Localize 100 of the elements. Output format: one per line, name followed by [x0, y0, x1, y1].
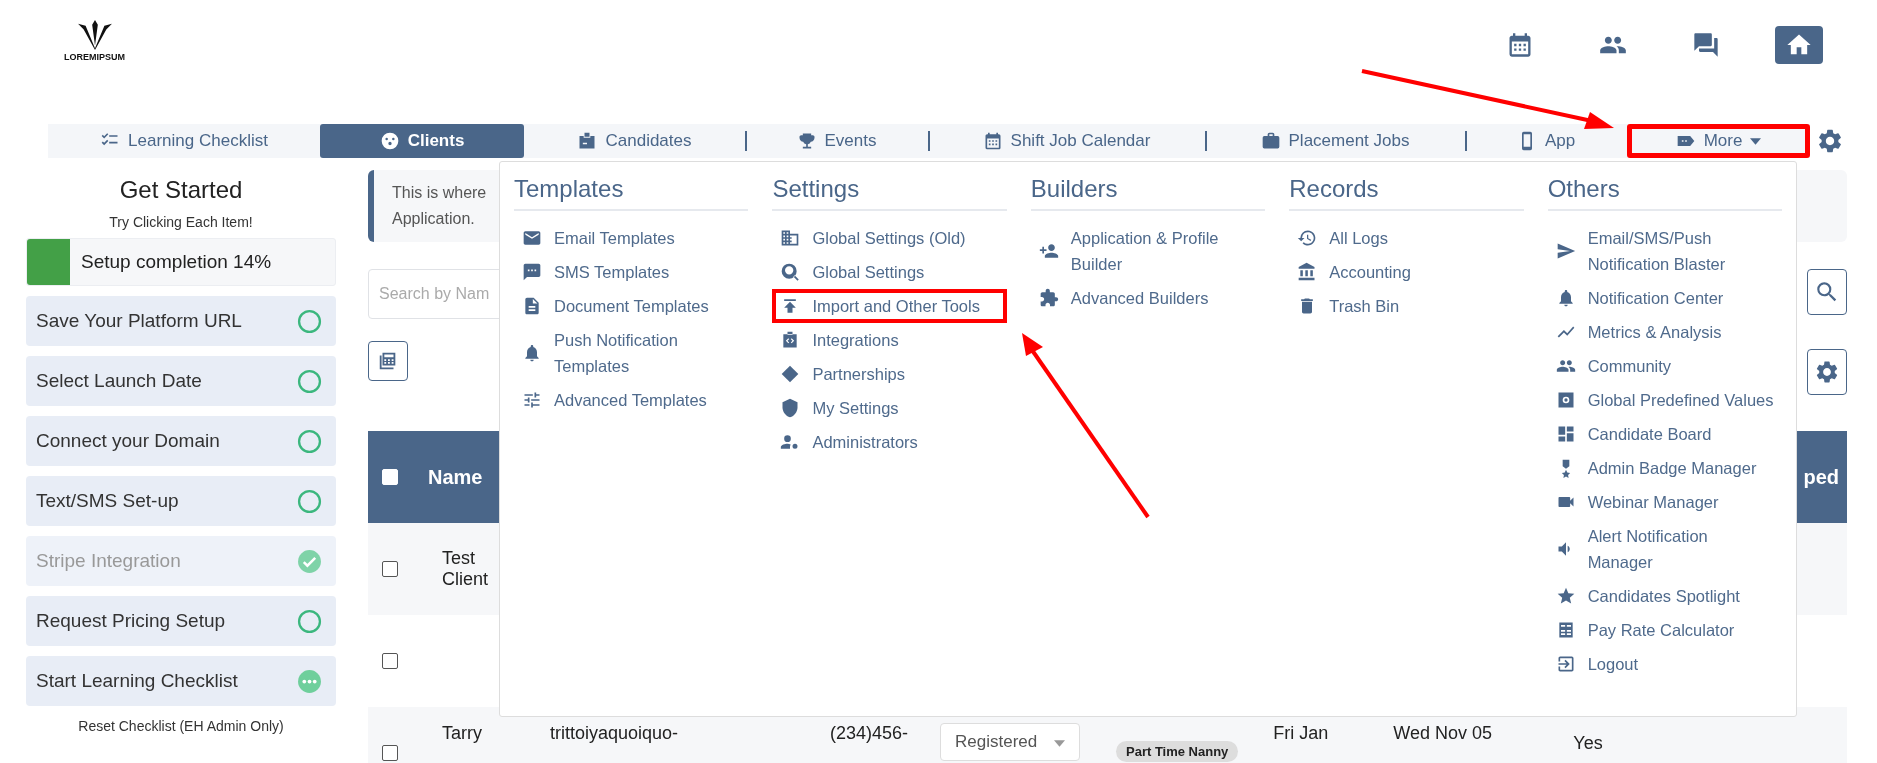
menu-item[interactable]: Integrations	[772, 323, 1007, 357]
menu-item[interactable]: Application & Profile Builder	[1030, 221, 1266, 281]
table-cell-text: Test Client	[442, 548, 490, 590]
puzzle-icon	[1038, 288, 1059, 308]
menu-item[interactable]: Global Settings (Old)	[772, 221, 1007, 255]
menu-item[interactable]: Import and Other Tools	[772, 289, 1007, 323]
check-icon	[297, 548, 322, 574]
more-icon	[297, 668, 322, 694]
circle-icon	[297, 608, 322, 634]
bank-icon	[1297, 262, 1318, 282]
nav-tab[interactable]: Shift Job Calendar	[928, 124, 1205, 158]
smiley-icon	[379, 131, 400, 151]
menu-item[interactable]: Webinar Manager	[1547, 485, 1783, 519]
nav-tab[interactable]: Placement Jobs	[1205, 124, 1465, 158]
calculator-button[interactable]	[368, 341, 408, 381]
progress-label: Setup completion 14%	[81, 251, 272, 273]
info-text: Application.	[392, 209, 475, 229]
menu-item[interactable]: Email/SMS/Push Notification Blaster	[1547, 221, 1783, 281]
chat-icon	[1692, 31, 1720, 59]
menu-item[interactable]: Candidates Spotlight	[1547, 579, 1783, 613]
checklist-item[interactable]: Connect your Domain	[26, 416, 336, 466]
menu-item[interactable]: Trash Bin	[1289, 289, 1524, 323]
menu-item[interactable]: Partnerships	[772, 357, 1007, 391]
menu-item[interactable]: Email Templates	[514, 221, 749, 255]
menu-heading: Records	[1289, 162, 1524, 211]
chat-bubble-icon	[522, 262, 542, 282]
document-icon	[522, 296, 542, 316]
menu-item[interactable]: Notification Center	[1547, 281, 1783, 315]
menu-item[interactable]: Pay Rate Calculator	[1547, 613, 1783, 647]
checklist-item[interactable]: Save Your Platform URL	[26, 296, 336, 346]
column-header[interactable]: Name	[428, 465, 483, 489]
menu-item[interactable]: Alert Notification Manager	[1547, 519, 1783, 579]
menu-heading: Settings	[772, 162, 1007, 211]
table-cell-text: Wed Nov 05	[1393, 723, 1494, 744]
table-cell-text: trittoiyaquoiquo-	[550, 723, 680, 744]
id-badge-icon	[577, 131, 598, 151]
menu-item[interactable]: Global Predefined Values	[1547, 383, 1783, 417]
caret-icon	[1750, 137, 1762, 145]
table-cell: Yes	[1573, 733, 1603, 754]
settings-button[interactable]	[1807, 349, 1847, 395]
menu-item[interactable]: Advanced Templates	[514, 383, 749, 417]
caret-icon	[1054, 740, 1065, 747]
bell-icon	[522, 343, 542, 363]
menu-item[interactable]: Metrics & Analysis	[1547, 315, 1783, 349]
menu-item[interactable]: Accounting	[1289, 255, 1524, 289]
home-button[interactable]	[1775, 26, 1823, 64]
circle-icon	[297, 428, 322, 454]
history-icon	[1297, 228, 1318, 248]
menu-heading: Templates	[514, 162, 749, 211]
checklist-item[interactable]: Select Launch Date	[26, 356, 336, 406]
checklist-item[interactable]: Text/SMS Set-up	[26, 476, 336, 526]
menu-item[interactable]: Admin Badge Manager	[1547, 451, 1783, 485]
nav-tab[interactable]: Candidates	[524, 124, 745, 158]
reset-link[interactable]: Reset Checklist (EH Admin Only)	[26, 718, 336, 734]
sidebar-subtitle: Try Clicking Each Item!	[108, 214, 254, 230]
sidebar-title: Get Started	[118, 176, 244, 204]
nav-tab[interactable]: Learning Checklist	[48, 124, 320, 158]
menu-item[interactable]: Advanced Builders	[1030, 281, 1266, 315]
table-cell-text: Fri Jan	[1273, 723, 1330, 744]
logo-text: LOREMIPSUM	[64, 52, 125, 62]
nav-tab[interactable]: More	[1627, 124, 1810, 158]
checkbox[interactable]	[382, 561, 398, 577]
job-type-tag: Part Time Nanny	[1116, 741, 1239, 762]
menu-item[interactable]: Global Settings	[772, 255, 1007, 289]
circle-icon	[297, 368, 322, 394]
briefcase-icon	[1260, 131, 1281, 151]
nav-tab[interactable]: Clients	[320, 124, 524, 158]
menu-heading: Others	[1547, 162, 1783, 211]
menu-item[interactable]: Document Templates	[514, 289, 749, 323]
menu-heading: Builders	[1030, 162, 1266, 211]
envelope-icon	[522, 228, 542, 248]
checkbox[interactable]	[382, 745, 398, 761]
status-select[interactable]: Registered	[940, 723, 1080, 761]
menu-item[interactable]: Candidate Board	[1547, 417, 1783, 451]
globe-search-icon	[780, 262, 801, 282]
info-text: This is where	[392, 183, 487, 203]
circle-icon	[297, 488, 322, 514]
menu-item[interactable]: My Settings	[772, 391, 1007, 425]
nav-tab[interactable]: Events	[745, 124, 928, 158]
user-plus-icon	[1038, 241, 1059, 261]
menu-item[interactable]: Administrators	[772, 425, 1007, 459]
menu-item[interactable]: Logout	[1547, 647, 1783, 681]
menu-item[interactable]: Community	[1547, 349, 1783, 383]
checkbox[interactable]	[382, 653, 398, 669]
sliders-icon	[522, 390, 542, 410]
column-header[interactable]: ped	[1803, 465, 1839, 489]
menu-item[interactable]: SMS Templates	[514, 255, 749, 289]
checklist-item[interactable]: Request Pricing Setup	[26, 596, 336, 646]
checklist-item[interactable]: Start Learning Checklist	[26, 656, 336, 706]
building-icon	[780, 228, 801, 248]
table-cell-text: (234)456-	[830, 723, 910, 744]
menu-item[interactable]: All Logs	[1289, 221, 1524, 255]
table-cell-text: Tarry	[442, 723, 483, 744]
shield-icon	[780, 398, 801, 418]
search-button[interactable]	[1807, 269, 1847, 315]
settings-icon[interactable]	[1816, 127, 1844, 155]
settings-icon	[1814, 359, 1840, 385]
nav-tab[interactable]: App	[1465, 124, 1627, 158]
circle-icon	[297, 308, 322, 334]
menu-item[interactable]: Push Notification Templates	[514, 323, 749, 383]
